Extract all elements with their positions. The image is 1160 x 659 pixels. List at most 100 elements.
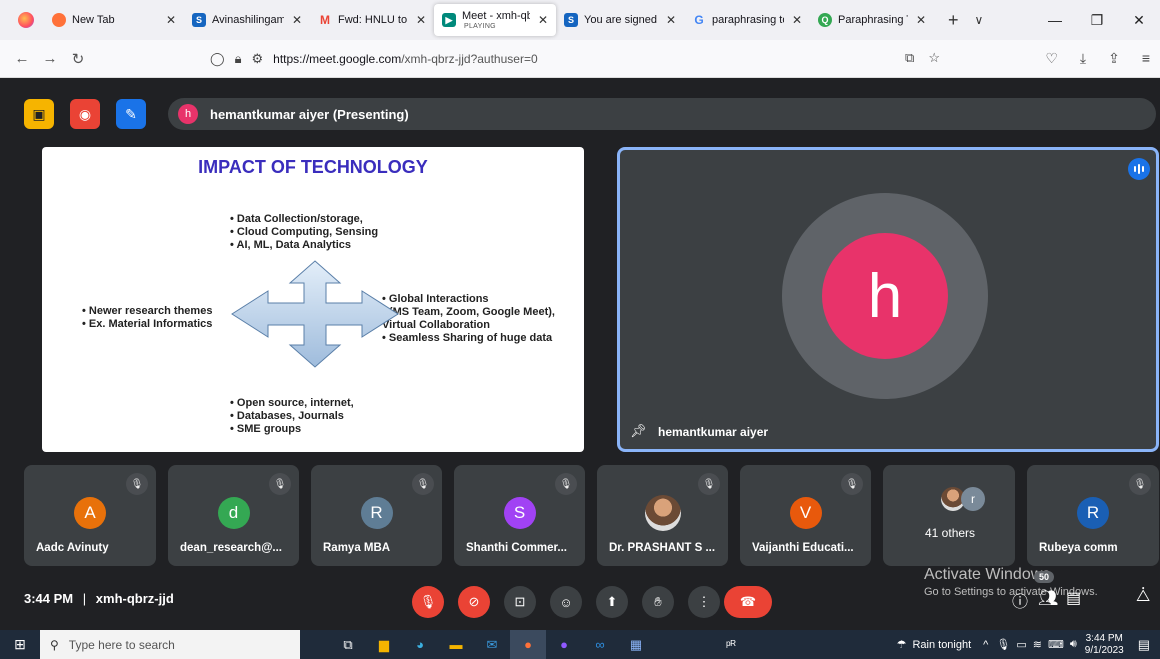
tab-paraphrasing-quillbot[interactable]: Q Paraphrasing Tool ✕: [810, 4, 934, 36]
participant-name: dean_research@...: [180, 542, 282, 554]
pocket-icon[interactable]: ♡: [1045, 50, 1058, 67]
edge-icon[interactable]: ◕: [402, 630, 438, 659]
tab-new-tab[interactable]: New Tab ✕: [44, 4, 184, 36]
participant-tile[interactable]: 🎙︎ V Vaijanthi Educati...: [740, 465, 871, 566]
close-icon[interactable]: ✕: [538, 13, 548, 27]
close-icon[interactable]: ✕: [792, 13, 802, 27]
participant-avatar: R: [1077, 497, 1109, 529]
back-arrow-icon[interactable]: ←: [8, 50, 36, 67]
more-options-button[interactable]: ⋮: [688, 586, 720, 618]
participant-tile[interactable]: 🎙︎ A Aadc Avinuty: [24, 465, 156, 566]
chevron-down-icon[interactable]: ∨: [975, 13, 984, 27]
notes-app-icon[interactable]: ▦: [618, 630, 654, 659]
close-icon[interactable]: ✕: [916, 13, 926, 27]
captions-button[interactable]: ⊡: [504, 586, 536, 618]
leave-call-button[interactable]: ☎︎: [724, 586, 772, 618]
participant-photo: [644, 495, 681, 531]
tab-signed-in[interactable]: S You are signed in ✕: [556, 4, 684, 36]
participant-avatar: r: [961, 487, 985, 511]
mic-tray-icon[interactable]: 🎙︎: [996, 638, 1010, 651]
close-icon[interactable]: ✕: [416, 13, 426, 27]
close-window-icon[interactable]: ✕: [1118, 0, 1160, 40]
tab-title: paraphrasing tool: [712, 14, 784, 26]
windows-taskbar: ⊞ ⚲ Type here to search ⧉ ▆ ◕ ▬ ✉ ● ● ∞ …: [0, 630, 1160, 659]
speaker-tile[interactable]: h 📌︎ hemantkumar aiyer: [617, 147, 1159, 452]
chat-icon[interactable]: ▤: [1066, 588, 1081, 608]
firefox-logo-icon[interactable]: [18, 12, 34, 28]
slide-bullet: Seamless Sharing of huge data: [382, 332, 582, 345]
restore-icon[interactable]: ❐: [1076, 0, 1118, 40]
shield-icon[interactable]: ◯: [210, 51, 225, 67]
reload-icon[interactable]: ↻: [64, 50, 92, 68]
speaking-indicator-icon: [1128, 158, 1150, 180]
tab-avinashilingam[interactable]: S Avinashilingam W ✕: [184, 4, 310, 36]
close-icon[interactable]: ✕: [292, 13, 302, 27]
info-icon[interactable]: ⓘ: [1012, 588, 1028, 612]
tab-gmail[interactable]: M Fwd: HNLU to cor ✕: [310, 4, 434, 36]
others-tile[interactable]: r 41 others: [883, 465, 1015, 566]
tab-paraphrasing-google[interactable]: G paraphrasing tool ✕: [684, 4, 810, 36]
s-favicon-icon: S: [192, 13, 206, 27]
raise-hand-button[interactable]: ✋︎: [642, 586, 674, 618]
new-tab-plus-icon[interactable]: +: [948, 10, 959, 31]
folder-icon[interactable]: ▬: [438, 630, 474, 659]
language-icon[interactable]: ⌨: [1048, 638, 1064, 651]
firefox-taskbar-icon[interactable]: ●: [510, 630, 546, 659]
wifi-icon[interactable]: ≋: [1033, 638, 1042, 651]
mail-icon[interactable]: ✉: [474, 630, 510, 659]
participant-avatar: A: [74, 497, 106, 529]
battery-icon[interactable]: ▭: [1016, 638, 1026, 651]
emoji-button[interactable]: ☺: [550, 586, 582, 618]
people-taskbar-icon[interactable]: ᵖᴿ: [726, 638, 736, 652]
participant-tile[interactable]: 🎙︎ R Ramya MBA: [311, 465, 442, 566]
picture-in-picture-icon[interactable]: ⧉: [905, 50, 914, 66]
browser-nav-bar: ← → ↻ ◯ 🔒︎ ⚙ https://meet.google.com/xmh…: [0, 40, 1160, 78]
people-icon[interactable]: 👥︎: [1038, 588, 1058, 608]
playing-label: PLAYING: [464, 23, 496, 30]
webex-icon[interactable]: ∞: [582, 630, 618, 659]
taskbar-clock[interactable]: 3:44 PM 9/1/2023: [1085, 633, 1124, 657]
forward-arrow-icon[interactable]: →: [36, 50, 64, 67]
record-icon[interactable]: ◉: [70, 99, 100, 129]
volume-icon[interactable]: 🔊︎: [1070, 638, 1077, 651]
participant-tile[interactable]: 🎙︎ S Shanthi Commer...: [454, 465, 585, 566]
close-icon[interactable]: ✕: [166, 13, 176, 27]
lock-icon[interactable]: 🔒︎: [235, 51, 242, 67]
participant-tile[interactable]: 🎙︎ Dr. PRASHANT S ...: [597, 465, 728, 566]
slide-bullet: Global Interactions: [382, 293, 582, 306]
meet-icon: ▶: [442, 13, 456, 27]
chevron-up-icon[interactable]: ^: [983, 639, 988, 651]
download-icon[interactable]: ⤓: [1080, 50, 1086, 67]
tab-meet[interactable]: ▶ Meet - xmh-qbrz PLAYING ✕: [434, 4, 556, 36]
meet-top-bar: ▣ ◉ ✎ h hemantkumar aiyer (Presenting): [0, 96, 1160, 136]
present-screen-button[interactable]: ⬆: [596, 586, 628, 618]
edit-notes-icon[interactable]: ✎: [116, 99, 146, 129]
search-icon: ⚲: [50, 637, 59, 652]
minimize-icon[interactable]: —: [1034, 0, 1076, 40]
file-explorer-icon[interactable]: ▆: [366, 630, 402, 659]
system-tray: ☂ Rain tonight ^ 🎙︎ ▭ ≋ ⌨ 🔊︎ 3:44 PM 9/1…: [897, 630, 1160, 659]
weather-text[interactable]: Rain tonight: [912, 639, 971, 651]
pin-icon[interactable]: 📌︎: [630, 423, 647, 439]
camera-off-button[interactable]: ⊘: [458, 586, 490, 618]
slide-bullet: AI, ML, Data Analytics: [230, 239, 378, 252]
activities-icon[interactable]: ⧊: [1136, 588, 1150, 606]
mic-off-button[interactable]: 🎙︎: [412, 586, 444, 618]
menu-icon[interactable]: ≡: [1142, 50, 1150, 67]
weather-icon[interactable]: ☂: [897, 638, 907, 651]
task-view-icon[interactable]: ⧉: [330, 630, 366, 659]
notifications-icon[interactable]: ▤: [1138, 637, 1150, 653]
mic-off-icon: 🎙︎: [1129, 473, 1151, 495]
participant-avatar: V: [789, 497, 822, 529]
firefox-private-icon[interactable]: ●: [546, 630, 582, 659]
bookmark-star-icon[interactable]: ☆: [928, 50, 940, 66]
windows-start-icon[interactable]: ⊞: [0, 636, 40, 653]
permissions-icon[interactable]: ⚙: [251, 51, 263, 67]
url-bar[interactable]: ◯ 🔒︎ ⚙ https://meet.google.com/xmh-qbrz-…: [210, 46, 950, 72]
share-icon[interactable]: ⇪: [1108, 50, 1120, 67]
taskbar-search-input[interactable]: ⚲ Type here to search: [40, 630, 300, 659]
present-stop-icon[interactable]: ▣: [24, 99, 54, 129]
close-icon[interactable]: ✕: [666, 13, 676, 27]
participant-tile[interactable]: 🎙︎ d dean_research@...: [168, 465, 299, 566]
participant-tile[interactable]: 🎙︎ R Rubeya comm: [1027, 465, 1159, 566]
